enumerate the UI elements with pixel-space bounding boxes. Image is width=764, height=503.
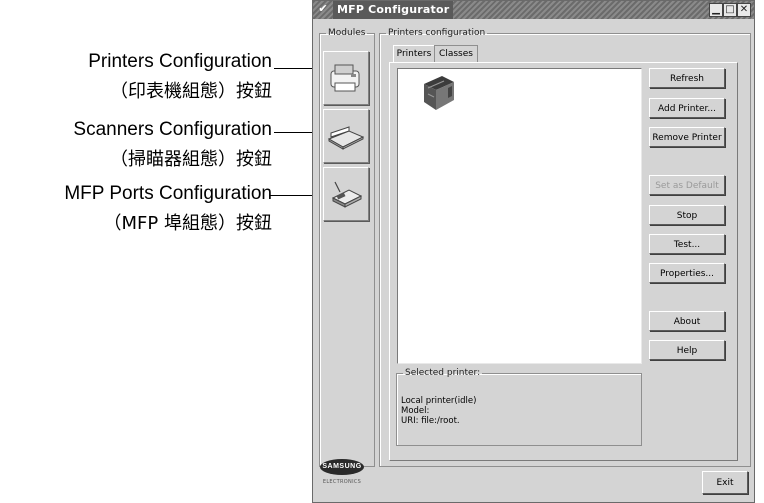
printer-list[interactable] [397,68,642,364]
add-printer-button[interactable]: Add Printer... [649,98,725,118]
callout-printers-configuration: Printers Configuration （印表機組態）按鈕 [88,50,272,104]
callout-label: Printers Configuration [88,51,272,72]
window-title: MFP Configurator [333,1,454,19]
printers-configuration-legend: Printers configuration [388,28,486,38]
mfp-port-icon [331,181,363,208]
printer-icon [330,64,360,92]
about-button[interactable]: About [649,311,725,331]
scanners-configuration-button[interactable] [323,109,369,163]
callout-sublabel: （掃瞄器組態）按鈕 [110,149,272,170]
selected-printer-uri: URI: file:/root. [401,416,460,426]
close-icon[interactable]: ✕ [737,3,751,17]
stop-button[interactable]: Stop [649,205,725,225]
exit-button[interactable]: Exit [702,471,748,494]
selected-printer-group: Selected printer: Local printer(idle) Mo… [396,368,642,446]
mfp-ports-configuration-button[interactable] [323,167,369,221]
help-button[interactable]: Help [649,340,725,360]
printer-icon[interactable] [418,72,458,116]
selected-printer-model: Model: [401,406,430,416]
tab-classes[interactable]: Classes [434,45,478,62]
modules-legend: Modules [328,28,366,38]
test-button[interactable]: Test... [649,234,725,254]
remove-printer-button[interactable]: Remove Printer [649,127,725,147]
callout-sublabel: （印表機組態）按鈕 [110,81,272,102]
samsung-logo: SAMSUNG ELECTRONICS [319,459,365,489]
window-menu-icon[interactable]: ✔ [316,2,330,16]
refresh-button[interactable]: Refresh [649,68,725,88]
printers-configuration-button[interactable] [323,51,369,105]
callout-mfp-ports-configuration: MFP Ports Configuration （MFP 埠組態）按鈕 [64,182,272,236]
maximize-icon[interactable]: □ [723,3,737,17]
scanner-icon [327,126,365,150]
mfp-configurator-window: ✔ MFP Configurator ▁ □ ✕ Modules SAMSUNG… [312,0,755,503]
callout-label: Scanners Configuration [73,119,272,140]
properties-button[interactable]: Properties... [649,263,725,283]
callout-sublabel: （MFP 埠組態）按鈕 [103,213,272,234]
selected-printer-info: Local printer(idle) Model: URI: file:/ro… [401,396,476,426]
selected-printer-legend: Selected printer: [405,368,481,378]
title-bar[interactable]: ✔ MFP Configurator ▁ □ ✕ [313,1,754,19]
set-as-default-button[interactable]: Set as Default [649,175,725,195]
tab-printers[interactable]: Printers [393,45,435,63]
minimize-icon[interactable]: ▁ [709,3,723,17]
callout-label: MFP Ports Configuration [64,183,272,204]
callout-scanners-configuration: Scanners Configuration （掃瞄器組態）按鈕 [73,118,272,172]
samsung-logo-subtext: ELECTRONICS [322,479,362,485]
samsung-logo-mark: SAMSUNG [320,459,364,475]
selected-printer-status: Local printer(idle) [401,396,477,406]
